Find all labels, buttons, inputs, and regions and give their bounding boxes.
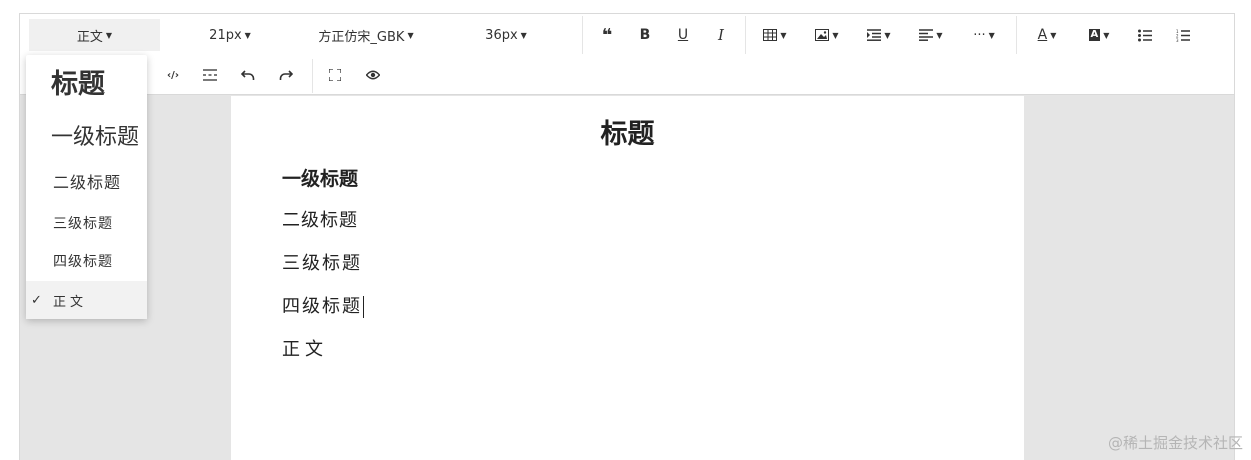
- rich-text-editor: 正文▼ 21px▼ 方正仿宋_GBK▼ 36px▼ ❝ B U I ▼: [19, 13, 1235, 460]
- toolbar-divider: [745, 16, 746, 54]
- heading-select-value: 正文: [76, 29, 103, 45]
- table-icon: [763, 29, 778, 41]
- font-family-select[interactable]: 方正仿宋_GBK ▼: [306, 19, 426, 51]
- line-height-select-value: 36px: [485, 27, 518, 43]
- redo-button[interactable]: [273, 59, 299, 91]
- more-icon: ···: [973, 27, 986, 43]
- bulleted-list-icon: [1138, 29, 1152, 42]
- text-cursor: [363, 296, 364, 318]
- image-button[interactable]: ▼: [810, 19, 844, 51]
- indent-icon: [867, 29, 882, 41]
- dropdown-item-h3[interactable]: 三级标题: [26, 204, 147, 242]
- watermark: @稀土掘金技术社区: [1107, 434, 1243, 452]
- dropdown-item-h4[interactable]: 四级标题: [26, 242, 147, 280]
- caret-down-icon: ▼: [780, 30, 787, 40]
- align-left-icon: [919, 29, 934, 41]
- toolbar-divider: [582, 16, 583, 54]
- italic-button[interactable]: I: [708, 19, 734, 51]
- document-title: 标题: [600, 119, 655, 150]
- image-icon: [815, 29, 830, 41]
- dropdown-item-label: 标题: [51, 68, 105, 100]
- divider-icon: [203, 69, 217, 81]
- dropdown-item-label: 三级标题: [53, 216, 113, 232]
- preview-button[interactable]: [360, 59, 386, 91]
- font-color-icon: A: [1037, 27, 1048, 43]
- underline-icon: U: [677, 27, 689, 43]
- caret-down-icon: ▼: [988, 30, 995, 40]
- caret-down-icon: ▼: [105, 30, 113, 40]
- fullscreen-button[interactable]: [322, 59, 348, 91]
- dropdown-item-h2[interactable]: 二级标题: [26, 161, 147, 201]
- bold-button[interactable]: B: [632, 19, 658, 51]
- align-button[interactable]: ▼: [914, 19, 948, 51]
- caret-down-icon: ▼: [244, 30, 251, 40]
- bold-icon: B: [639, 27, 651, 43]
- document-heading-3: 三级标题: [282, 253, 362, 274]
- more-button[interactable]: ··· ▼: [966, 19, 1002, 51]
- svg-text:3: 3: [1176, 38, 1179, 42]
- dropdown-item-h1[interactable]: 一级标题: [26, 111, 147, 159]
- editor-toolbar: 正文▼ 21px▼ 方正仿宋_GBK▼ 36px▼ ❝ B U I ▼: [20, 14, 1234, 95]
- underline-button[interactable]: U: [670, 19, 696, 51]
- font-color-button[interactable]: A ▼: [1030, 19, 1064, 51]
- dropdown-item-label: 二级标题: [53, 173, 122, 192]
- dropdown-item-label: 一级标题: [51, 125, 140, 150]
- caret-down-icon: ▼: [884, 30, 891, 40]
- background-color-icon: A: [1088, 29, 1101, 41]
- check-icon: ✓: [31, 292, 46, 308]
- dropdown-item-label: 正文: [53, 294, 88, 310]
- toolbar-divider: [312, 59, 313, 93]
- caret-down-icon: ▼: [1103, 30, 1110, 40]
- fullscreen-icon: [329, 69, 341, 81]
- quote-icon: ❝: [601, 24, 613, 46]
- caret-down-icon: ▼: [520, 30, 527, 40]
- font-family-select-value: 方正仿宋_GBK: [318, 29, 405, 45]
- caret-down-icon: ▼: [832, 30, 839, 40]
- undo-button[interactable]: [235, 59, 261, 91]
- dropdown-item-body[interactable]: ✓ 正文: [26, 281, 147, 319]
- code-icon: ‹/›: [167, 69, 179, 81]
- eye-icon: [366, 70, 380, 80]
- bulleted-list-button[interactable]: [1132, 19, 1158, 51]
- caret-down-icon: ▼: [1050, 30, 1057, 40]
- indent-button[interactable]: ▼: [862, 19, 896, 51]
- document-page[interactable]: 标题 一级标题 二级标题 三级标题 四级标题 正文: [231, 96, 1024, 460]
- font-size-select[interactable]: 21px ▼: [190, 19, 270, 51]
- line-height-select[interactable]: 36px ▼: [466, 19, 546, 51]
- undo-icon: [241, 69, 255, 81]
- document-body-text: 正文: [282, 339, 328, 360]
- document-heading-2: 二级标题: [282, 210, 358, 231]
- document-heading-4: 四级标题: [282, 296, 362, 317]
- table-button[interactable]: ▼: [758, 19, 792, 51]
- font-size-select-value: 21px: [209, 27, 242, 43]
- background-color-button[interactable]: A ▼: [1082, 19, 1116, 51]
- horizontal-rule-button[interactable]: [197, 59, 223, 91]
- italic-icon: I: [718, 26, 724, 44]
- caret-down-icon: ▼: [936, 30, 943, 40]
- numbered-list-button[interactable]: 123: [1170, 19, 1196, 51]
- redo-icon: [279, 69, 293, 81]
- blockquote-button[interactable]: ❝: [594, 19, 620, 51]
- caret-down-icon: ▼: [407, 30, 414, 40]
- toolbar-divider: [1016, 16, 1017, 54]
- dropdown-item-title[interactable]: 标题: [26, 55, 147, 107]
- numbered-list-icon: 123: [1176, 29, 1190, 42]
- dropdown-item-label: 四级标题: [53, 254, 113, 270]
- code-button[interactable]: ‹/›: [160, 59, 186, 91]
- heading-select[interactable]: 正文 ▼: [29, 19, 160, 51]
- document-heading-4-line: 四级标题: [282, 292, 364, 318]
- document-heading-1: 一级标题: [282, 168, 359, 190]
- heading-dropdown-menu: 标题 一级标题 二级标题 三级标题 四级标题 ✓ 正文: [26, 55, 147, 319]
